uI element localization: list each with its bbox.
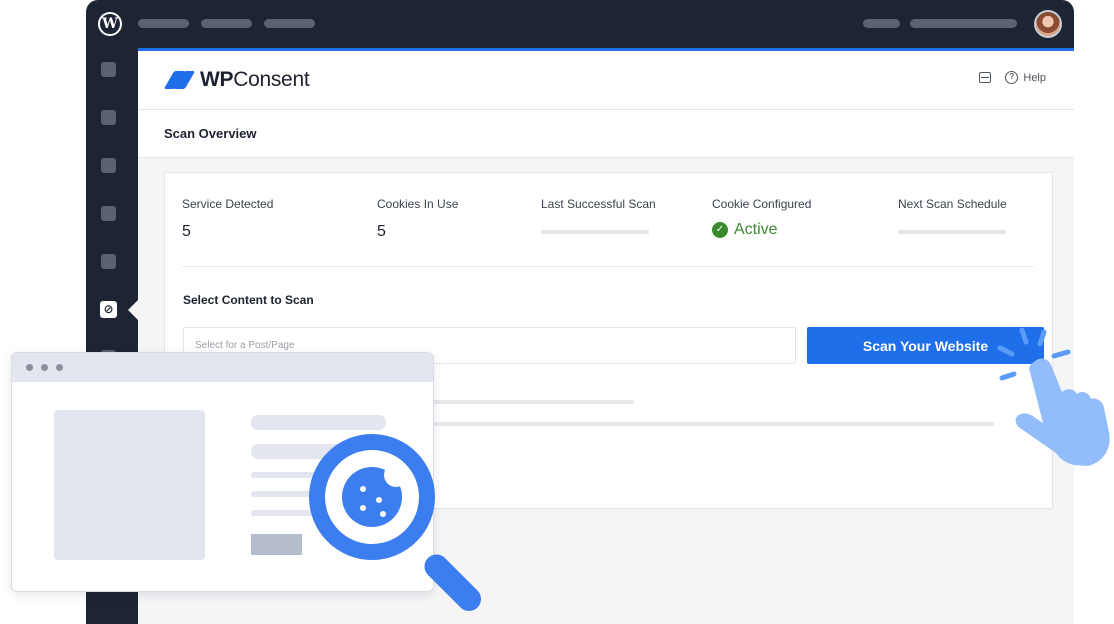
- button-placeholder: [251, 534, 302, 555]
- window-dot-icon: [41, 364, 48, 371]
- cookie-chip: [360, 486, 366, 492]
- page-title: Scan Overview: [164, 126, 257, 141]
- divider: [182, 266, 1034, 267]
- stat-service-detected: Service Detected 5: [182, 197, 274, 240]
- status-badge: ✓ Active: [712, 221, 811, 239]
- cookie-chip: [376, 497, 382, 503]
- pointing-hand-icon: [997, 327, 1110, 466]
- cookie-chip: [380, 511, 386, 517]
- skeleton-line: [429, 422, 994, 426]
- window-dot-icon: [26, 364, 33, 371]
- browser-title-bar: [12, 353, 433, 382]
- stat-cookies-in-use: Cookies In Use 5: [377, 197, 459, 240]
- sidebar-menu-icon[interactable]: [101, 110, 116, 125]
- admin-bar-menu-item[interactable]: [201, 19, 252, 28]
- text-placeholder: [251, 472, 321, 478]
- admin-top-bar: W: [86, 0, 1074, 48]
- sidebar-menu-icon[interactable]: [101, 206, 116, 221]
- cookie-bite: [384, 463, 408, 487]
- stat-last-successful-scan: Last Successful Scan: [541, 197, 656, 234]
- image-placeholder: [54, 410, 205, 560]
- stat-cookie-configured: Cookie Configured ✓ Active: [712, 197, 812, 239]
- value-placeholder-bar: [898, 230, 1006, 234]
- value-placeholder-bar: [541, 230, 649, 234]
- cookie-chip: [360, 505, 366, 511]
- admin-bar-menu-item[interactable]: [910, 19, 1017, 28]
- plugin-header: WPConsent ? Help: [138, 48, 1074, 110]
- sidebar-menu-icon[interactable]: [101, 254, 116, 269]
- brand-name: WPConsent: [200, 68, 310, 91]
- help-icon: ?: [1005, 71, 1019, 84]
- window-dot-icon: [56, 364, 63, 371]
- section-bar: Scan Overview: [138, 110, 1074, 158]
- text-placeholder: [251, 415, 386, 430]
- help-label: Help: [1023, 71, 1046, 84]
- user-avatar[interactable]: [1034, 10, 1062, 38]
- inbox-icon[interactable]: [979, 72, 992, 83]
- active-menu-indicator: [128, 300, 138, 320]
- check-circle-icon: ✓: [712, 222, 728, 238]
- wordpress-logo-icon[interactable]: W: [98, 12, 122, 36]
- wpconsent-menu-icon[interactable]: ⊘: [100, 301, 117, 318]
- sidebar-menu-icon[interactable]: [101, 158, 116, 173]
- sidebar-menu-icon[interactable]: [101, 62, 116, 77]
- brand-logo[interactable]: WPConsent: [163, 68, 310, 92]
- stat-next-scan-schedule: Next Scan Schedule: [898, 197, 1007, 234]
- admin-bar-menu-item[interactable]: [264, 19, 315, 28]
- select-content-label: Select Content to Scan: [183, 293, 314, 307]
- skeleton-line: [429, 400, 634, 404]
- wpconsent-logo-icon: [163, 69, 196, 91]
- admin-bar-menu-item[interactable]: [138, 19, 189, 28]
- admin-bar-menu-item[interactable]: [863, 19, 900, 28]
- header-actions: ? Help: [979, 71, 1046, 84]
- help-button[interactable]: ? Help: [1005, 71, 1046, 84]
